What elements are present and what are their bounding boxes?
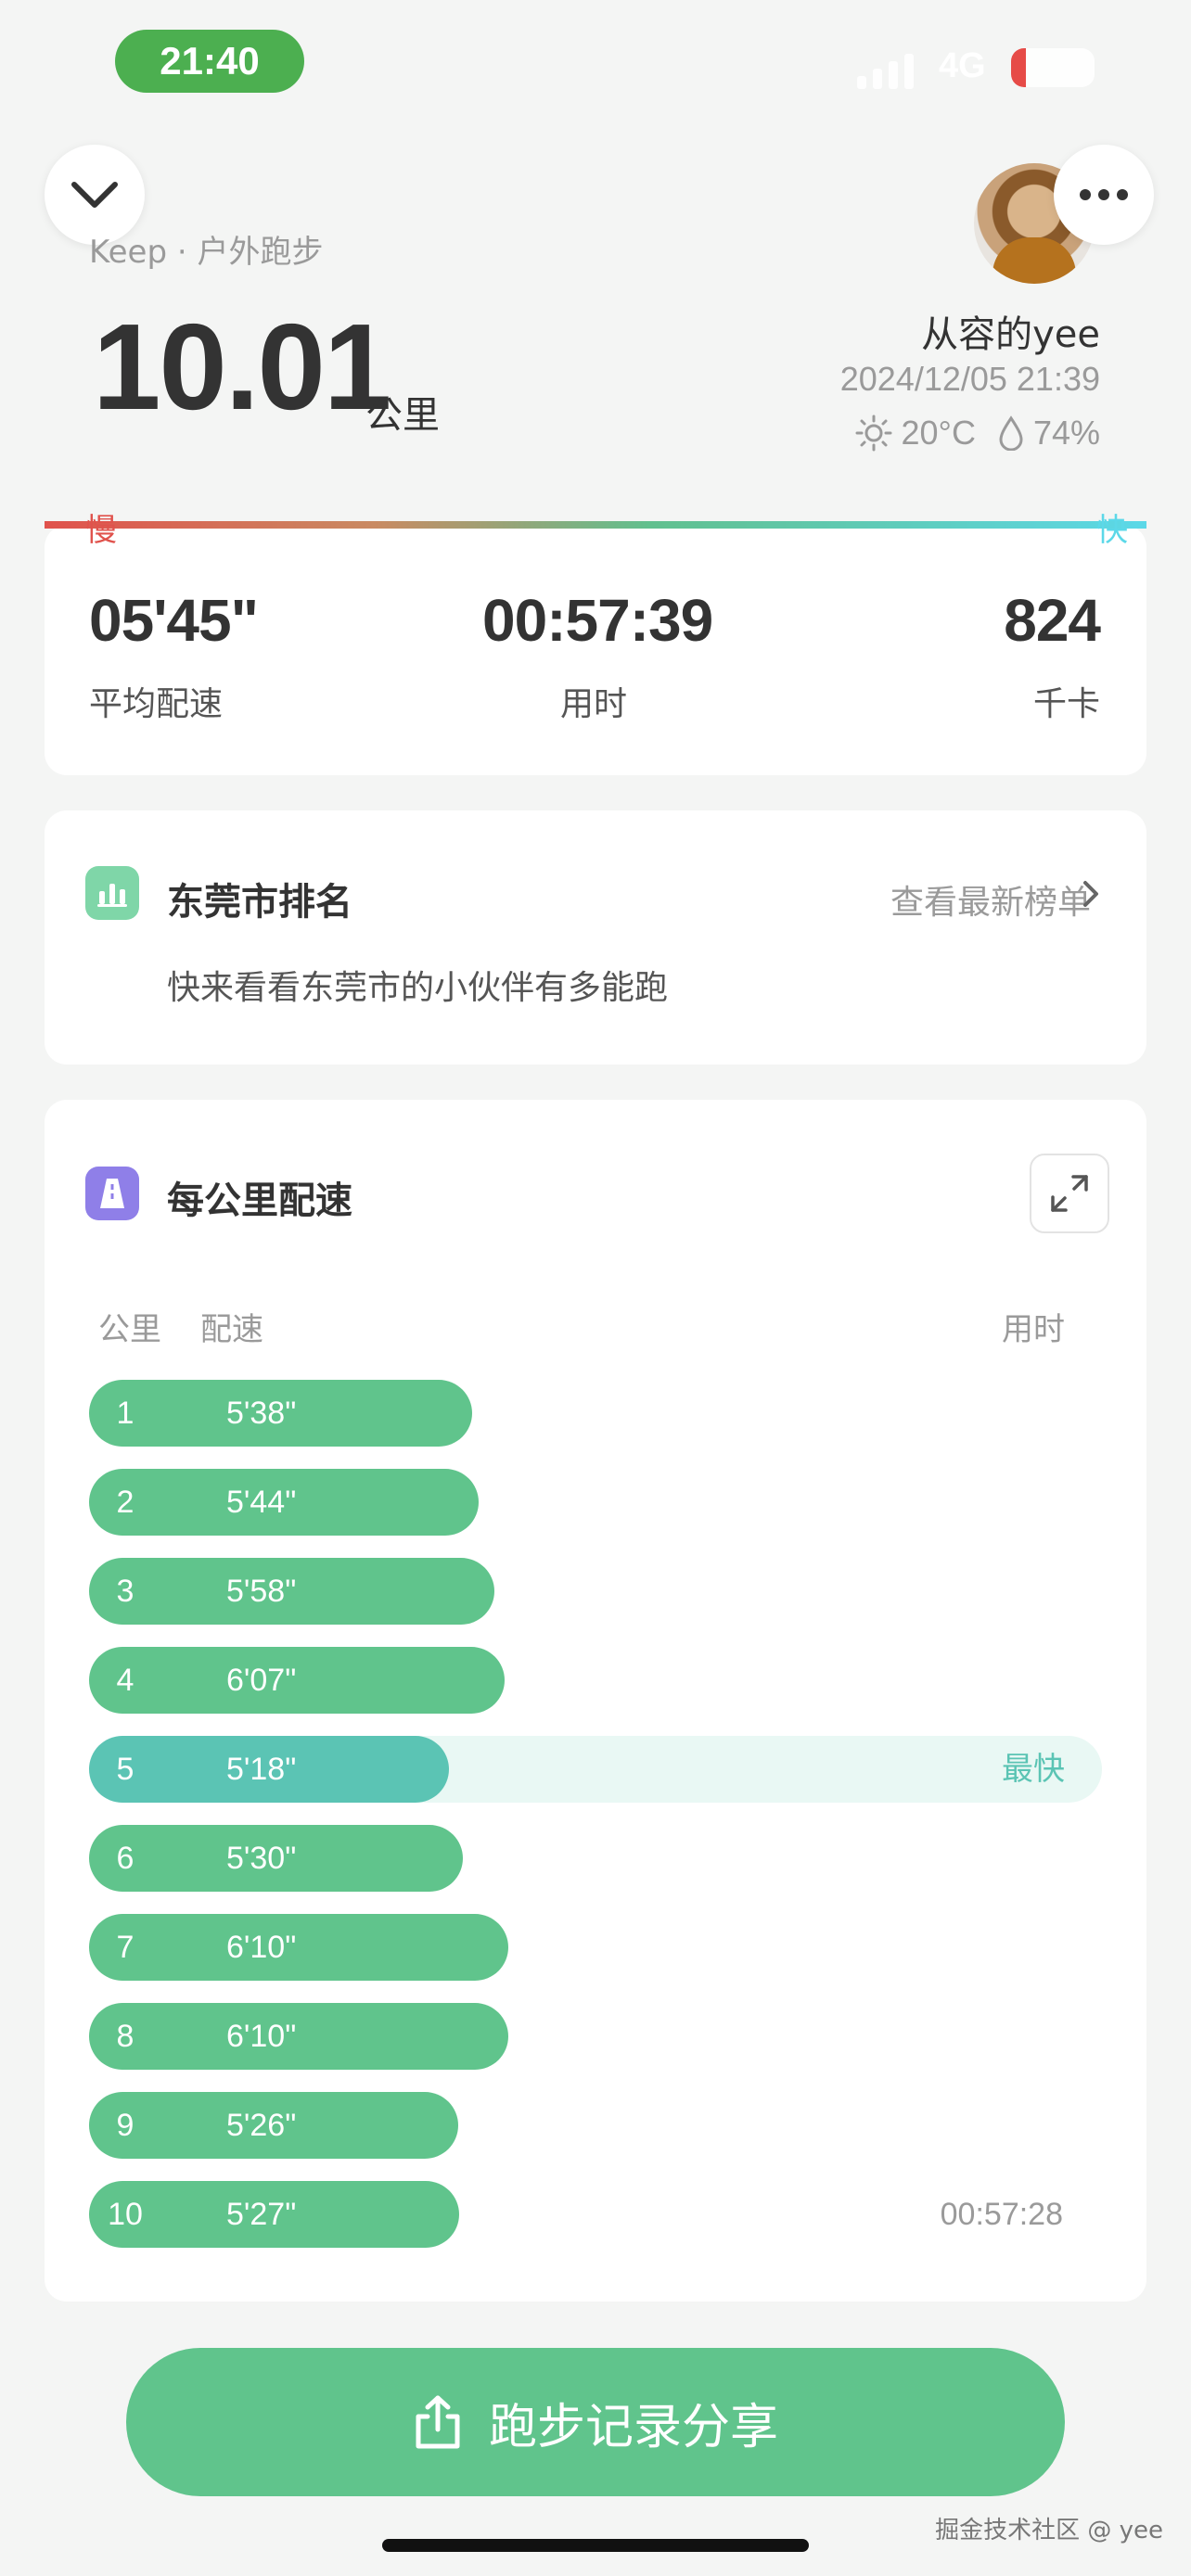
split-row: 9 5'26" bbox=[89, 2092, 1102, 2159]
split-row: 3 5'58" bbox=[89, 1558, 1102, 1625]
watermark: 掘金技术社区 @ yee bbox=[935, 2517, 1163, 2544]
split-row: 2 5'44" bbox=[89, 1469, 1102, 1536]
duration-value: 00:57:39 bbox=[482, 587, 713, 654]
temperature: 20°C bbox=[901, 414, 976, 452]
source-label: Keep · 户外跑步 bbox=[89, 234, 324, 271]
split-km: 5 bbox=[116, 1752, 134, 1787]
calories-value: 824 bbox=[1004, 587, 1101, 654]
split-row: 5 5'18" 最快 bbox=[89, 1736, 1102, 1803]
split-row: 8 6'10" bbox=[89, 2003, 1102, 2070]
fastest-tag: 最快 bbox=[1002, 1751, 1065, 1788]
chevron-right-icon[interactable] bbox=[1082, 879, 1100, 909]
split-pace: 6'10" bbox=[226, 1930, 297, 1965]
distance-unit: 公里 bbox=[365, 394, 440, 437]
fast-label: 快 bbox=[1096, 512, 1128, 549]
split-km: 1 bbox=[116, 1396, 134, 1431]
sun-icon bbox=[855, 414, 891, 452]
ranking-title: 东莞市排名 bbox=[167, 881, 352, 924]
ranking-card[interactable] bbox=[45, 810, 1146, 1065]
humidity-drop-icon bbox=[999, 415, 1023, 451]
column-time: 用时 bbox=[1002, 1311, 1065, 1348]
weather-info: 20°C 74% bbox=[855, 414, 1100, 453]
split-pace: 5'18" bbox=[226, 1752, 297, 1787]
split-pace: 5'38" bbox=[226, 1396, 297, 1431]
network-label: 4G bbox=[939, 46, 986, 85]
split-pace: 5'27" bbox=[226, 2197, 297, 2232]
split-pace: 5'30" bbox=[226, 1841, 297, 1876]
username[interactable]: 从容的yee bbox=[921, 304, 1100, 358]
avg-pace-value: 05'45" bbox=[89, 587, 259, 654]
split-row: 4 6'07" bbox=[89, 1647, 1102, 1714]
split-pace: 6'07" bbox=[226, 1663, 297, 1698]
ranking-chart-icon bbox=[85, 866, 139, 920]
humidity: 74% bbox=[1032, 414, 1100, 452]
split-km: 9 bbox=[116, 2108, 134, 2143]
battery-icon bbox=[1011, 48, 1095, 87]
distance-value: 10.01 bbox=[93, 299, 391, 435]
more-button[interactable] bbox=[1054, 145, 1154, 245]
split-km: 3 bbox=[116, 1574, 134, 1609]
split-km: 4 bbox=[116, 1663, 134, 1698]
split-km: 7 bbox=[116, 1930, 134, 1965]
calories-label: 千卡 bbox=[1032, 685, 1100, 723]
pace-gradient-bar bbox=[45, 521, 1146, 529]
duration-label: 用时 bbox=[560, 685, 628, 723]
pace-track-icon bbox=[85, 1167, 139, 1220]
split-km: 8 bbox=[116, 2019, 134, 2054]
share-button-label: 跑步记录分享 bbox=[488, 2399, 778, 2455]
chevron-down-icon bbox=[71, 182, 118, 208]
more-dots-icon bbox=[1080, 189, 1128, 200]
share-icon bbox=[416, 2395, 460, 2449]
avg-pace-label: 平均配速 bbox=[89, 685, 224, 723]
split-row: 10 5'27" 00:57:28 bbox=[89, 2181, 1102, 2248]
signal-icon bbox=[857, 54, 914, 89]
split-pace: 5'44" bbox=[226, 1485, 297, 1520]
splits-title: 每公里配速 bbox=[167, 1180, 352, 1222]
run-datetime: 2024/12/05 21:39 bbox=[839, 360, 1100, 398]
expand-button[interactable] bbox=[1030, 1154, 1109, 1233]
slow-label: 慢 bbox=[85, 512, 117, 549]
split-row: 1 5'38" bbox=[89, 1380, 1102, 1447]
column-km: 公里 bbox=[98, 1311, 161, 1348]
split-pace: 5'26" bbox=[226, 2108, 297, 2143]
expand-icon bbox=[1051, 1175, 1088, 1212]
ranking-link[interactable]: 查看最新榜单 bbox=[890, 875, 1091, 924]
column-pace: 配速 bbox=[200, 1311, 263, 1348]
ranking-subtitle: 快来看看东莞市的小伙伴有多能跑 bbox=[167, 969, 669, 1007]
status-time: 21:40 bbox=[115, 30, 304, 93]
home-indicator[interactable] bbox=[382, 2539, 809, 2552]
split-km: 10 bbox=[108, 2197, 143, 2232]
share-run-button[interactable]: 跑步记录分享 bbox=[126, 2348, 1065, 2496]
split-total-time: 00:57:28 bbox=[940, 2197, 1063, 2232]
split-pace: 5'58" bbox=[226, 1574, 297, 1609]
split-row: 7 6'10" bbox=[89, 1914, 1102, 1981]
split-km: 6 bbox=[116, 1841, 134, 1876]
split-km: 2 bbox=[116, 1485, 134, 1520]
split-pace: 6'10" bbox=[226, 2019, 297, 2054]
split-row: 6 5'30" bbox=[89, 1825, 1102, 1892]
